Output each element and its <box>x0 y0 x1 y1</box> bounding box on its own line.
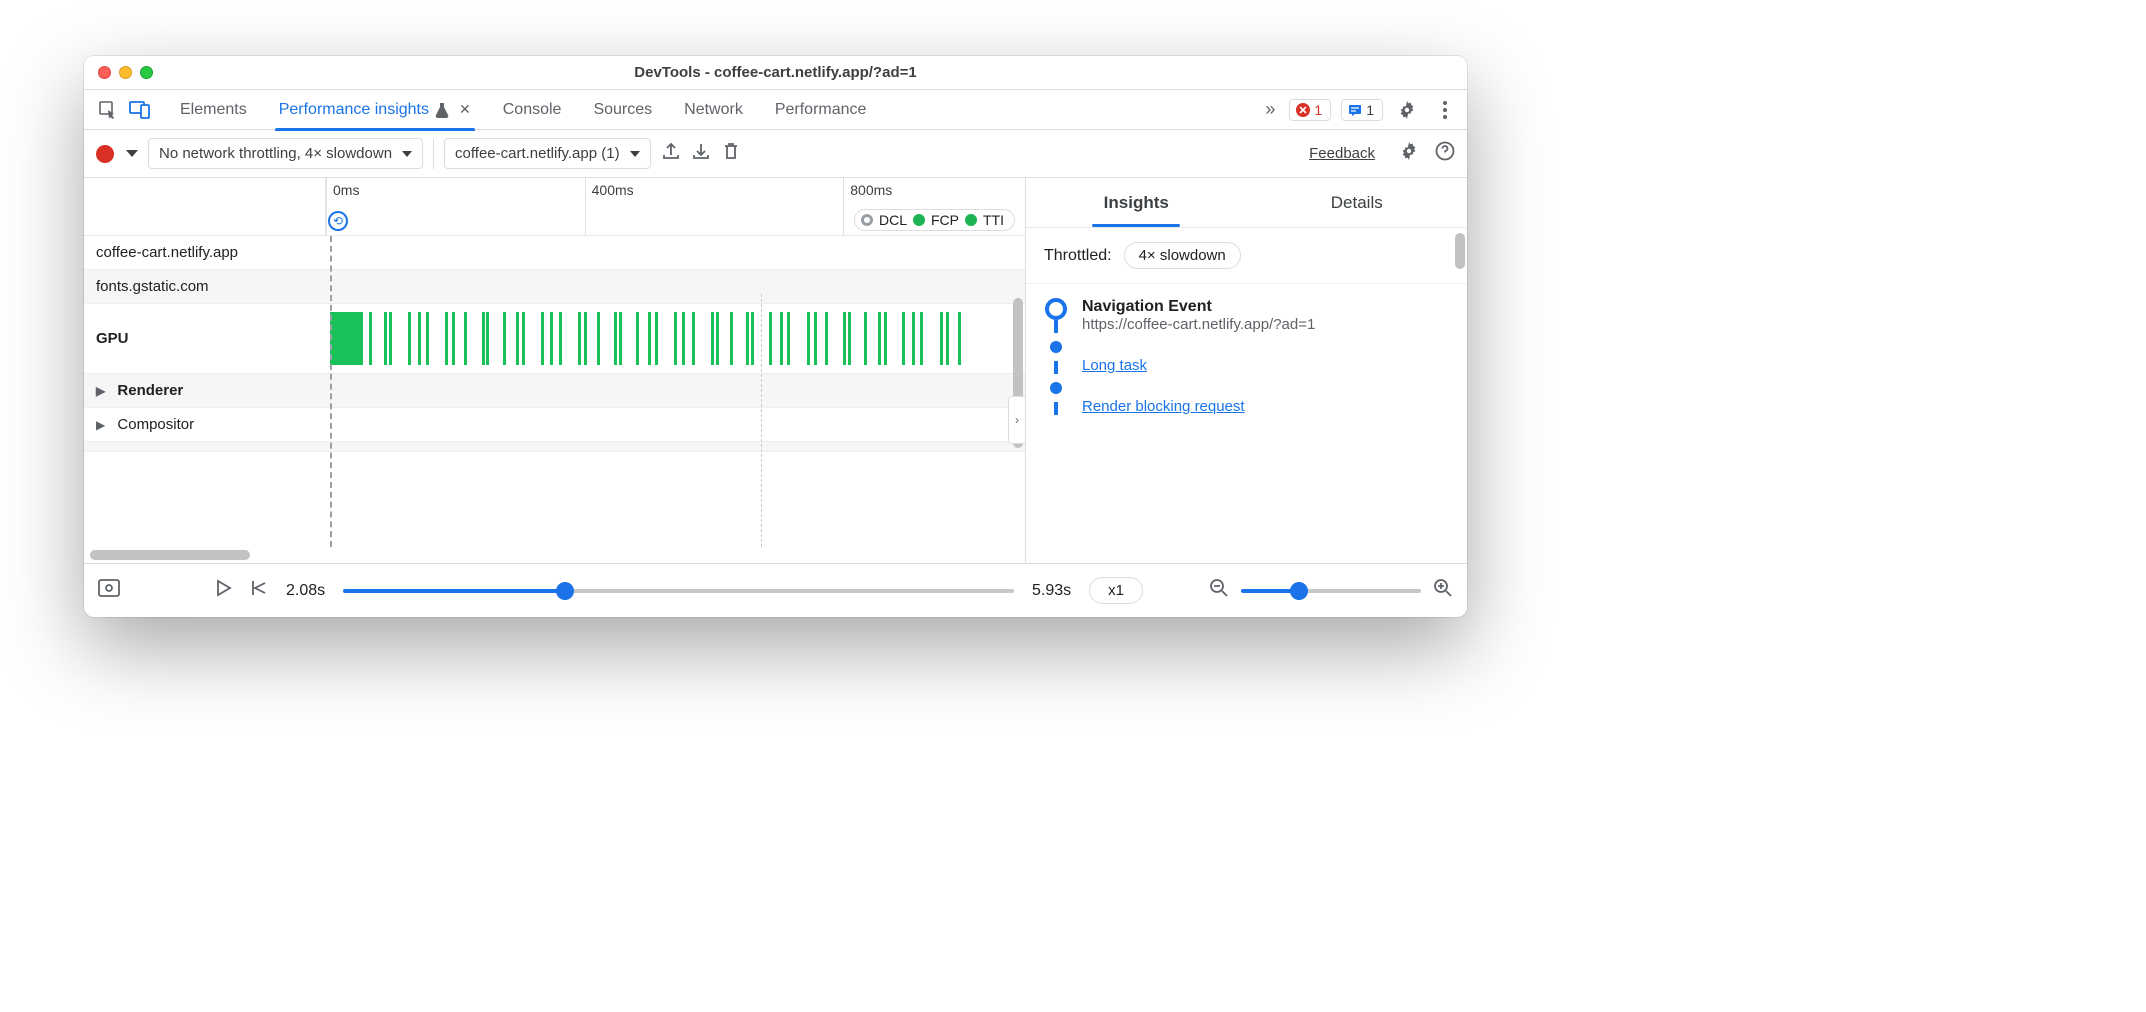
tab-sources[interactable]: Sources <box>577 90 668 130</box>
dcl-marker-icon <box>861 214 873 226</box>
tabstrip-right: » 1 1 <box>1261 99 1459 121</box>
divider <box>433 139 434 169</box>
tab-performance-insights[interactable]: Performance insights ✕ <box>263 90 487 130</box>
network-row[interactable]: fonts.gstatic.com <box>84 270 1025 304</box>
help-icon[interactable] <box>1435 141 1455 166</box>
playback-speed[interactable]: x1 <box>1089 577 1143 604</box>
caret-down-icon <box>630 151 640 157</box>
compositor-row[interactable]: ▶ Compositor <box>84 408 1025 442</box>
timeline-rows: coffee-cart.netlify.app fonts.gstatic.co… <box>84 236 1025 547</box>
tab-insights[interactable]: Insights <box>1026 193 1247 213</box>
more-options-icon[interactable] <box>1431 101 1459 119</box>
tab-console[interactable]: Console <box>487 90 578 130</box>
rewind-icon[interactable] <box>250 579 268 602</box>
more-tabs-icon[interactable]: » <box>1261 99 1279 120</box>
gpu-row[interactable]: GPU <box>84 304 1025 374</box>
traffic-lights <box>98 66 153 79</box>
end-time: 5.93s <box>1032 582 1071 600</box>
timeline-ruler[interactable]: 0ms 400ms 800ms DCL FCP TTI <box>84 178 1025 236</box>
import-icon[interactable] <box>691 141 711 166</box>
caret-down-icon <box>402 151 412 157</box>
fcp-marker-icon <box>913 214 925 226</box>
time-slider[interactable] <box>343 589 1014 593</box>
nav-event-title: Navigation Event <box>1082 298 1315 316</box>
throttle-info: Throttled: 4× slowdown <box>1026 228 1467 284</box>
expand-panel-button[interactable]: › <box>1008 396 1025 444</box>
right-tabs: Insights Details <box>1026 178 1467 228</box>
long-task-link[interactable]: Long task <box>1082 357 1315 374</box>
inspect-element-icon[interactable] <box>92 94 124 126</box>
record-button[interactable] <box>96 145 114 163</box>
window-title: DevTools - coffee-cart.netlify.app/?ad=1 <box>84 64 1467 81</box>
play-icon[interactable] <box>216 579 232 602</box>
messages-pill[interactable]: 1 <box>1341 99 1383 121</box>
window-titlebar: DevTools - coffee-cart.netlify.app/?ad=1 <box>84 56 1467 90</box>
playhead-line <box>330 236 332 547</box>
panel-tabs: Elements Performance insights ✕ Console … <box>164 90 1261 130</box>
zoom-out-icon[interactable] <box>1209 578 1229 603</box>
tti-marker-icon <box>965 214 977 226</box>
zoom-slider[interactable] <box>1241 589 1421 593</box>
ruler-tick: 400ms <box>585 178 634 235</box>
tab-elements[interactable]: Elements <box>164 90 263 130</box>
throttle-chip[interactable]: 4× slowdown <box>1124 242 1241 269</box>
feedback-link[interactable]: Feedback <box>1309 145 1375 162</box>
secondary-line <box>761 294 762 547</box>
export-icon[interactable] <box>661 141 681 166</box>
expand-icon[interactable]: ▶ <box>96 418 105 432</box>
flask-icon <box>435 102 449 118</box>
messages-count: 1 <box>1366 102 1374 118</box>
tab-network[interactable]: Network <box>668 90 759 130</box>
screenshot-preview-icon[interactable] <box>98 579 120 602</box>
render-blocking-link[interactable]: Render blocking request <box>1082 398 1315 415</box>
horizontal-scrollbar[interactable] <box>84 547 1025 563</box>
partial-row <box>84 442 1025 452</box>
nav-event-url: https://coffee-cart.netlify.app/?ad=1 <box>1082 316 1315 333</box>
start-time: 2.08s <box>286 582 325 600</box>
performance-toolbar: No network throttling, 4× slowdown coffe… <box>84 130 1467 178</box>
event-dot-icon <box>1050 382 1062 394</box>
event-dot-icon <box>1050 341 1062 353</box>
playback-bar: 2.08s 5.93s x1 <box>84 563 1467 617</box>
settings-icon[interactable] <box>1393 100 1421 120</box>
zoom-controls <box>1209 578 1453 603</box>
device-toolbar-icon[interactable] <box>124 94 156 126</box>
zoom-window-button[interactable] <box>140 66 153 79</box>
timeline-thread <box>1044 298 1068 415</box>
playhead-handle[interactable]: ⟲ <box>328 211 348 231</box>
tab-details[interactable]: Details <box>1247 193 1468 213</box>
zoom-in-icon[interactable] <box>1433 578 1453 603</box>
throttling-select[interactable]: No network throttling, 4× slowdown <box>148 138 423 169</box>
panel-settings-icon[interactable] <box>1399 141 1419 166</box>
close-window-button[interactable] <box>98 66 111 79</box>
right-panel-scrollbar[interactable] <box>1455 233 1465 269</box>
timeline-panel: 0ms 400ms 800ms DCL FCP TTI ⟲ <box>84 178 1025 563</box>
expand-icon[interactable]: ▶ <box>96 384 105 398</box>
insights-list: Navigation Event https://coffee-cart.net… <box>1026 284 1467 429</box>
main-area: 0ms 400ms 800ms DCL FCP TTI ⟲ <box>84 178 1467 563</box>
insights-panel: Insights Details Throttled: 4× slowdown <box>1025 178 1467 563</box>
record-menu-caret[interactable] <box>126 150 138 157</box>
errors-count: 1 <box>1314 102 1322 118</box>
recording-select[interactable]: coffee-cart.netlify.app (1) <box>444 138 651 169</box>
minimize-window-button[interactable] <box>119 66 132 79</box>
errors-pill[interactable]: 1 <box>1289 99 1331 121</box>
tab-performance[interactable]: Performance <box>759 90 883 130</box>
devtools-tabstrip: Elements Performance insights ✕ Console … <box>84 90 1467 130</box>
devtools-window: DevTools - coffee-cart.netlify.app/?ad=1… <box>84 56 1467 617</box>
renderer-row[interactable]: ▶ Renderer <box>84 374 1025 408</box>
network-row[interactable]: coffee-cart.netlify.app <box>84 236 1025 270</box>
gpu-activity-bars <box>330 312 985 365</box>
delete-icon[interactable] <box>721 141 741 166</box>
close-tab-icon[interactable]: ✕ <box>455 101 471 118</box>
timing-markers[interactable]: DCL FCP TTI <box>854 209 1015 231</box>
event-dot-icon <box>1045 298 1067 320</box>
